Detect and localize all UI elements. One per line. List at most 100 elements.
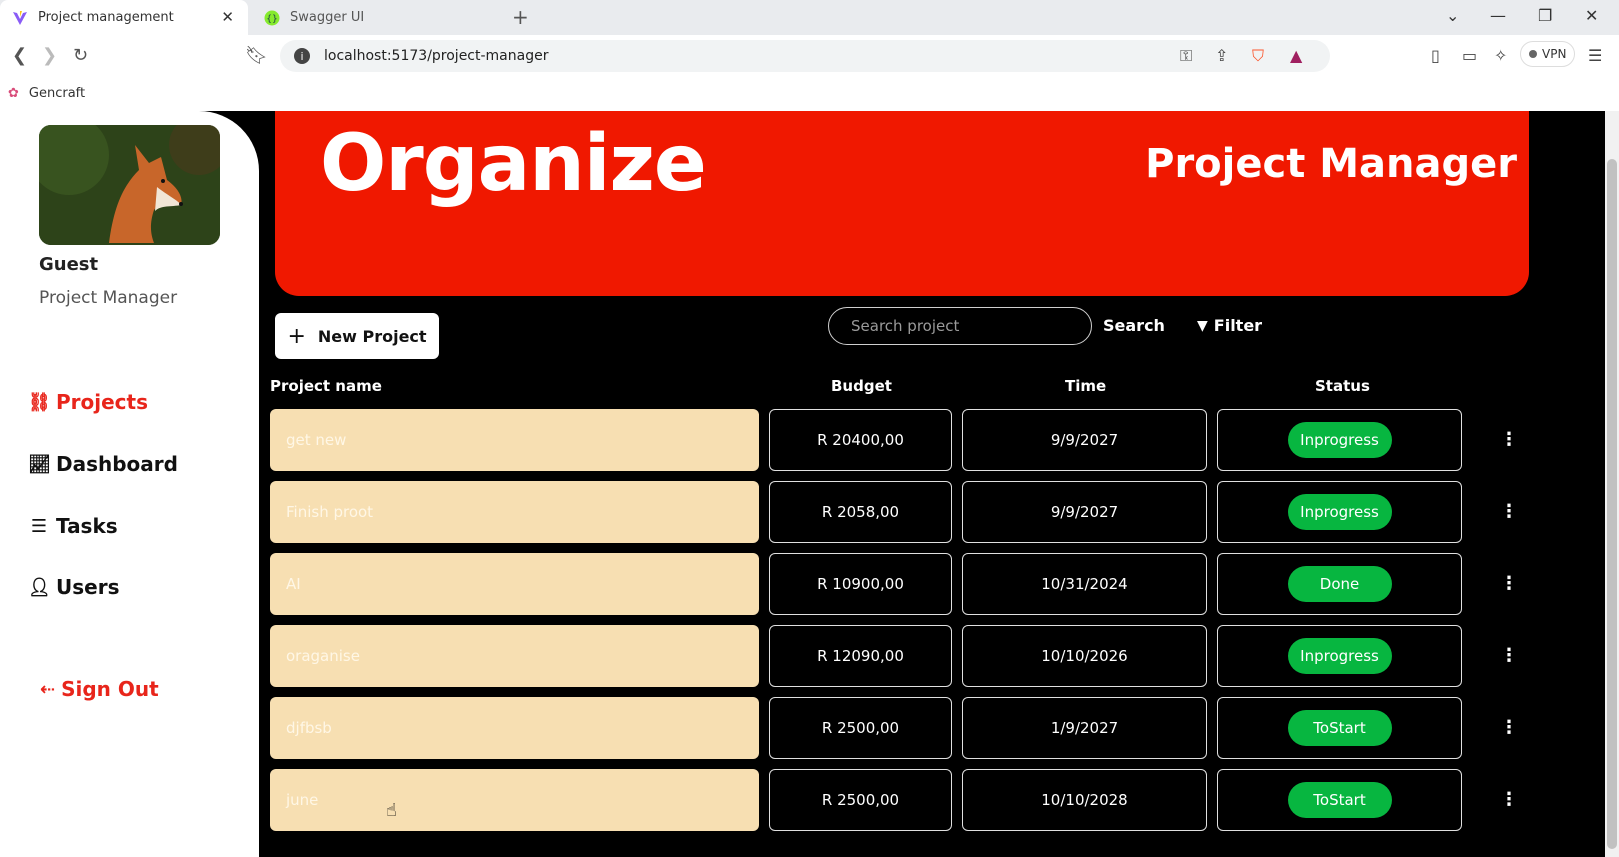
sign-out-icon: ⇠ — [40, 678, 56, 700]
bookmark-icon[interactable]: 🔖︎ — [245, 45, 268, 66]
bookmark-gencraft[interactable]: ✿ Gencraft — [8, 86, 85, 101]
minimize-icon[interactable]: — — [1490, 6, 1506, 25]
wallet-icon[interactable]: ▭ — [1462, 46, 1477, 65]
project-name-cell[interactable]: AI — [270, 553, 759, 615]
table-row[interactable]: djfbsb R 2500,00 1/9/2027 ToStart ⋮ — [270, 697, 1518, 759]
header-project-name: Project name — [270, 377, 382, 395]
address-bar-row: ❮ ❯ ↻ 🔖︎ i localhost:5173/project-manage… — [0, 35, 1619, 77]
brave-rewards-icon[interactable]: ▲ — [1290, 46, 1302, 65]
budget-value: R 10900,00 — [817, 575, 904, 593]
user-icon: 👤︎ — [28, 576, 51, 598]
restore-icon[interactable]: ❐ — [1538, 6, 1552, 25]
project-name-cell[interactable]: Finish proot — [270, 481, 759, 543]
banner-subtitle: Project Manager — [1145, 141, 1517, 187]
tab-title: Swagger UI — [290, 10, 365, 25]
new-tab-icon[interactable]: + — [512, 5, 529, 29]
sidebar-item-dashboard[interactable]: 📈︎ Dashboard — [28, 452, 178, 476]
close-window-icon[interactable]: ✕ — [1585, 6, 1598, 25]
more-options-icon[interactable]: ⋮ — [1500, 789, 1518, 810]
filter-button[interactable]: ▼ Filter — [1197, 316, 1262, 335]
new-project-button[interactable]: + New Project — [275, 313, 439, 359]
header-status: Status — [1315, 377, 1370, 395]
reload-icon[interactable]: ↻ — [73, 45, 88, 66]
vpn-status-icon — [1529, 50, 1537, 58]
table-row[interactable]: Finish proot R 2058,00 9/9/2027 Inprogress ⋮ — [270, 481, 1518, 543]
vpn-button[interactable]: VPN — [1520, 41, 1576, 67]
status-badge[interactable]: ToStart — [1287, 710, 1392, 746]
sign-out-button[interactable]: ⇠ Sign Out — [40, 677, 159, 701]
budget-value: R 2500,00 — [821, 791, 900, 809]
brave-shield-icon[interactable]: ⛉ — [1252, 46, 1264, 66]
time-value: 9/9/2027 — [1050, 503, 1119, 521]
status-cell: Done — [1217, 553, 1462, 615]
tab-swagger-ui[interactable]: {} Swagger UI — [258, 0, 498, 35]
more-options-icon[interactable]: ⋮ — [1500, 573, 1518, 594]
time-value: 9/9/2027 — [1050, 431, 1119, 449]
project-name: djfbsb — [286, 719, 332, 737]
close-tab-icon[interactable]: ✕ — [221, 8, 234, 26]
tab-project-management[interactable]: Project management ✕ — [0, 0, 248, 35]
scroll-thumb[interactable] — [1607, 159, 1617, 849]
project-name-cell[interactable]: djfbsb — [270, 697, 759, 759]
project-name-cell[interactable]: oraganise — [270, 625, 759, 687]
sidebar-toggle-icon[interactable]: ▯ — [1431, 46, 1440, 65]
bookmark-label: Gencraft — [28, 86, 86, 101]
table-row[interactable]: june R 2500,00 10/10/2028 ToStart ⋮ — [270, 769, 1518, 831]
project-name-cell[interactable]: get new — [270, 409, 759, 471]
key-icon[interactable]: ⚿ — [1180, 46, 1192, 66]
status-badge[interactable]: Done — [1287, 566, 1392, 602]
tab-list-icon[interactable]: ⌄ — [1446, 6, 1459, 25]
time-cell: 1/9/2027 — [962, 697, 1207, 759]
swagger-icon: {} — [264, 10, 280, 26]
filter-label: Filter — [1213, 316, 1263, 335]
budget-value: R 2058,00 — [821, 503, 900, 521]
table-row[interactable]: get new R 20400,00 9/9/2027 Inprogress ⋮ — [270, 409, 1518, 471]
status-badge[interactable]: Inprogress — [1287, 422, 1392, 458]
more-options-icon[interactable]: ⋮ — [1500, 717, 1518, 738]
forward-icon[interactable]: ❯ — [42, 45, 57, 66]
status-cell: ToStart — [1217, 769, 1462, 831]
browser-tab-bar: Project management ✕ {} Swagger UI + ⌄ —… — [0, 0, 1619, 35]
status-badge[interactable]: Inprogress — [1287, 494, 1392, 530]
svg-text:{}: {} — [266, 14, 277, 24]
menu-icon[interactable]: ☰ — [1588, 46, 1602, 65]
search-input[interactable] — [828, 307, 1092, 345]
sidebar-item-label: Users — [56, 575, 120, 599]
project-name-cell[interactable]: june — [270, 769, 759, 831]
leo-ai-icon[interactable]: ✧ — [1494, 46, 1507, 65]
sidebar-item-users[interactable]: 👤︎ Users — [28, 575, 119, 599]
status-badge[interactable]: Inprogress — [1287, 638, 1392, 674]
search-button[interactable]: Search — [1103, 316, 1165, 335]
sidebar-item-label: Tasks — [56, 514, 118, 538]
time-value: 10/31/2024 — [1041, 575, 1128, 593]
more-options-icon[interactable]: ⋮ — [1500, 429, 1518, 450]
more-options-icon[interactable]: ⋮ — [1500, 645, 1518, 666]
time-cell: 10/10/2026 — [962, 625, 1207, 687]
budget-cell: R 12090,00 — [769, 625, 952, 687]
status-badge[interactable]: ToStart — [1287, 782, 1392, 818]
page-scrollbar[interactable] — [1605, 111, 1619, 857]
sidebar-item-tasks[interactable]: ☰ Tasks — [28, 514, 118, 538]
plus-icon: + — [287, 323, 306, 349]
projects-icon: ⛓ — [28, 391, 51, 413]
project-name: oraganise — [286, 647, 360, 665]
project-name: get new — [286, 431, 347, 449]
time-cell: 10/31/2024 — [962, 553, 1207, 615]
hero-banner: Organize Project Manager — [275, 111, 1529, 296]
sidebar-item-label: Projects — [56, 390, 149, 414]
status-cell: Inprogress — [1217, 409, 1462, 471]
status-cell: Inprogress — [1217, 625, 1462, 687]
vite-icon — [12, 10, 28, 26]
tasks-icon: ☰ — [30, 515, 48, 537]
hand-cursor-icon: ☝ — [386, 800, 397, 821]
share-icon[interactable]: ⇪ — [1215, 46, 1228, 65]
back-icon[interactable]: ❮ — [12, 45, 27, 66]
table-row[interactable]: oraganise R 12090,00 10/10/2026 Inprogress ⋮ — [270, 625, 1518, 687]
project-name: Finish proot — [286, 503, 374, 521]
sidebar-item-label: Dashboard — [56, 452, 178, 476]
table-row[interactable]: AI R 10900,00 10/31/2024 Done ⋮ — [270, 553, 1518, 615]
more-options-icon[interactable]: ⋮ — [1500, 501, 1518, 522]
url-field[interactable]: i localhost:5173/project-manager — [280, 40, 1330, 72]
sidebar-item-projects[interactable]: ⛓ Projects — [28, 390, 148, 414]
site-info-icon[interactable]: i — [294, 48, 310, 64]
